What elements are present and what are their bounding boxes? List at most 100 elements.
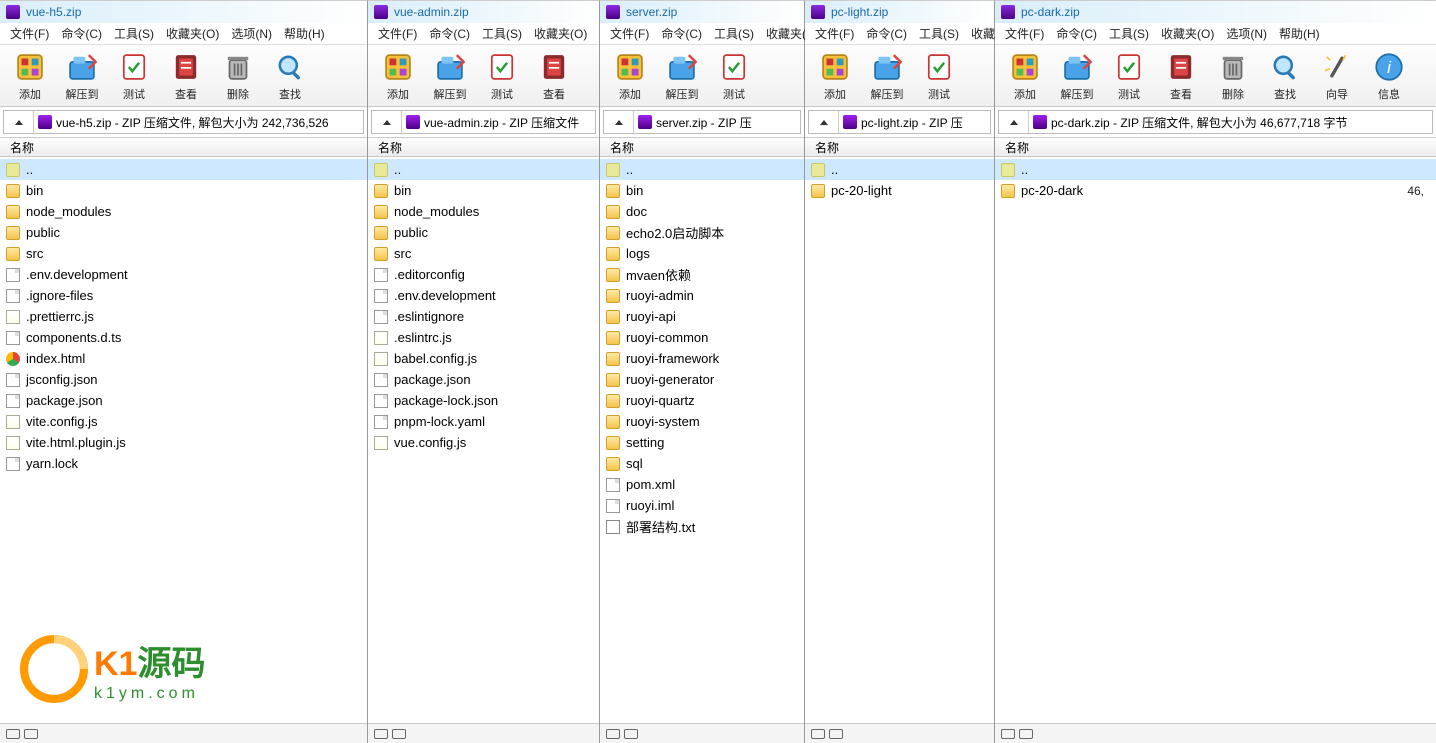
list-item[interactable]: ruoyi-api: [600, 306, 804, 327]
list-item[interactable]: ruoyi-generator: [600, 369, 804, 390]
menu-item[interactable]: 收藏夹(O): [528, 23, 593, 44]
list-item[interactable]: babel.config.js: [368, 348, 599, 369]
list-item[interactable]: ..: [0, 159, 367, 180]
toolbar-info-button[interactable]: i信息: [1363, 50, 1415, 102]
toolbar-wizard-button[interactable]: 向导: [1311, 50, 1363, 102]
list-item[interactable]: pnpm-lock.yaml: [368, 411, 599, 432]
list-item[interactable]: src: [368, 243, 599, 264]
menu-item[interactable]: 文件(F): [604, 23, 655, 44]
toolbar-add-button[interactable]: 添加: [4, 50, 56, 102]
list-item[interactable]: index.html: [0, 348, 367, 369]
titlebar[interactable]: vue-admin.zip: [368, 1, 599, 23]
list-item[interactable]: vite.config.js: [0, 411, 367, 432]
col-name[interactable]: 名称: [6, 137, 38, 158]
toolbar-find-button[interactable]: 查找: [1259, 50, 1311, 102]
list-item[interactable]: .eslintrc.js: [368, 327, 599, 348]
col-name[interactable]: 名称: [606, 137, 638, 158]
list-item[interactable]: ruoyi-framework: [600, 348, 804, 369]
list-item[interactable]: ruoyi-system: [600, 411, 804, 432]
list-item[interactable]: vue.config.js: [368, 432, 599, 453]
titlebar[interactable]: vue-h5.zip: [0, 1, 367, 23]
list-item[interactable]: .prettierrc.js: [0, 306, 367, 327]
titlebar[interactable]: pc-light.zip: [805, 1, 994, 23]
menu-item[interactable]: 选项(N): [225, 23, 278, 44]
titlebar[interactable]: server.zip: [600, 1, 804, 23]
menu-item[interactable]: 文件(F): [372, 23, 423, 44]
toolbar-extract-button[interactable]: 解压到: [656, 50, 708, 102]
list-item[interactable]: node_modules: [368, 201, 599, 222]
list-item[interactable]: components.d.ts: [0, 327, 367, 348]
list-item[interactable]: public: [0, 222, 367, 243]
list-item[interactable]: sql: [600, 453, 804, 474]
menu-item[interactable]: 帮助(H): [278, 23, 331, 44]
toolbar-extract-button[interactable]: 解压到: [861, 50, 913, 102]
list-item[interactable]: .env.development: [0, 264, 367, 285]
menu-item[interactable]: 收藏夹(O): [160, 23, 225, 44]
toolbar-add-button[interactable]: 添加: [999, 50, 1051, 102]
list-header[interactable]: 名称: [995, 137, 1436, 157]
menu-item[interactable]: 帮助(H): [1273, 23, 1326, 44]
list-item[interactable]: doc: [600, 201, 804, 222]
list-item[interactable]: yarn.lock: [0, 453, 367, 474]
list-header[interactable]: 名称: [600, 137, 804, 157]
toolbar-find-button[interactable]: 查找: [264, 50, 316, 102]
list-item[interactable]: node_modules: [0, 201, 367, 222]
list-item[interactable]: 部署结构.txt: [600, 516, 804, 537]
list-item[interactable]: ruoyi-quartz: [600, 390, 804, 411]
list-item[interactable]: src: [0, 243, 367, 264]
menu-item[interactable]: 工具(S): [708, 23, 760, 44]
toolbar-view-button[interactable]: 查看: [1155, 50, 1207, 102]
list-item[interactable]: pom.xml: [600, 474, 804, 495]
list-item[interactable]: ..: [600, 159, 804, 180]
menu-item[interactable]: 命令(C): [860, 23, 913, 44]
list-item[interactable]: pc-20-dark46,: [995, 180, 1436, 201]
col-name[interactable]: 名称: [1001, 137, 1033, 158]
menu-item[interactable]: 选项(N): [1220, 23, 1273, 44]
toolbar-view-button[interactable]: 查看: [528, 50, 580, 102]
list-item[interactable]: bin: [600, 180, 804, 201]
list-item[interactable]: ruoyi-common: [600, 327, 804, 348]
toolbar-delete-button[interactable]: 删除: [1207, 50, 1259, 102]
col-name[interactable]: 名称: [374, 137, 406, 158]
toolbar-extract-button[interactable]: 解压到: [424, 50, 476, 102]
list-item[interactable]: setting: [600, 432, 804, 453]
toolbar-add-button[interactable]: 添加: [809, 50, 861, 102]
toolbar-test-button[interactable]: 测试: [708, 50, 760, 102]
list-item[interactable]: logs: [600, 243, 804, 264]
list-item[interactable]: mvaen依赖: [600, 264, 804, 285]
list-item[interactable]: public: [368, 222, 599, 243]
path-field[interactable]: vue-h5.zip - ZIP 压缩文件, 解包大小为 242,736,526: [34, 114, 363, 131]
toolbar-view-button[interactable]: 查看: [160, 50, 212, 102]
titlebar[interactable]: pc-dark.zip: [995, 1, 1436, 23]
list-item[interactable]: package.json: [0, 390, 367, 411]
col-name[interactable]: 名称: [811, 137, 843, 158]
list-item[interactable]: bin: [368, 180, 599, 201]
list-header[interactable]: 名称: [0, 137, 367, 157]
menu-item[interactable]: 命令(C): [655, 23, 708, 44]
path-up-button[interactable]: [809, 111, 839, 133]
list-item[interactable]: pc-20-light: [805, 180, 994, 201]
path-up-button[interactable]: [999, 111, 1029, 133]
list-item[interactable]: ruoyi-admin: [600, 285, 804, 306]
menu-item[interactable]: 工具(S): [476, 23, 528, 44]
list-item[interactable]: jsconfig.json: [0, 369, 367, 390]
path-field[interactable]: server.zip - ZIP 压: [634, 114, 800, 131]
list-item[interactable]: ruoyi.iml: [600, 495, 804, 516]
list-item[interactable]: ..: [368, 159, 599, 180]
toolbar-extract-button[interactable]: 解压到: [1051, 50, 1103, 102]
list-item[interactable]: ..: [995, 159, 1436, 180]
path-field[interactable]: vue-admin.zip - ZIP 压缩文件: [402, 114, 595, 131]
list-header[interactable]: 名称: [805, 137, 994, 157]
toolbar-test-button[interactable]: 测试: [913, 50, 965, 102]
list-item[interactable]: .editorconfig: [368, 264, 599, 285]
toolbar-delete-button[interactable]: 删除: [212, 50, 264, 102]
path-up-button[interactable]: [4, 111, 34, 133]
toolbar-test-button[interactable]: 测试: [476, 50, 528, 102]
path-field[interactable]: pc-dark.zip - ZIP 压缩文件, 解包大小为 46,677,718…: [1029, 114, 1432, 131]
menu-item[interactable]: 文件(F): [999, 23, 1050, 44]
list-item[interactable]: echo2.0启动脚本: [600, 222, 804, 243]
list-item[interactable]: package.json: [368, 369, 599, 390]
toolbar-extract-button[interactable]: 解压到: [56, 50, 108, 102]
toolbar-add-button[interactable]: 添加: [604, 50, 656, 102]
path-up-button[interactable]: [604, 111, 634, 133]
